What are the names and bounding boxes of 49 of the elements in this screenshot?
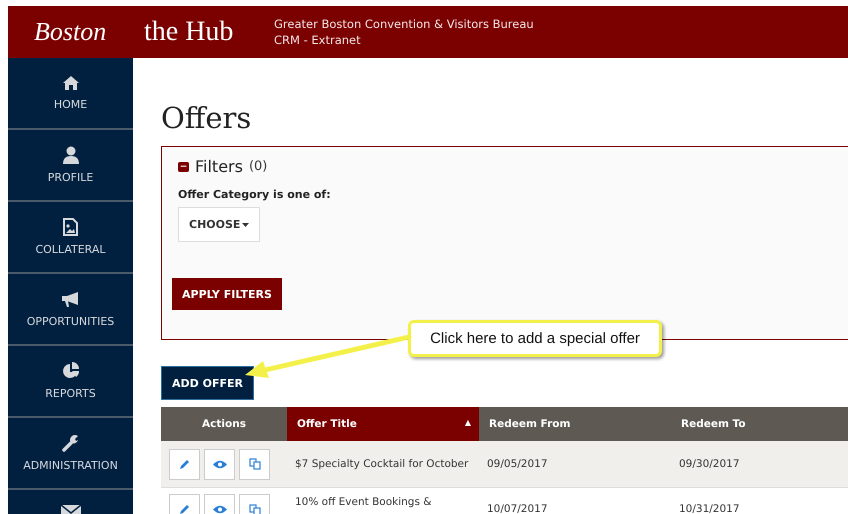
copy-icon <box>248 458 260 470</box>
table-cell: 10% off Event Bookings & <box>287 488 479 514</box>
column-header[interactable]: Redeem To <box>671 407 848 441</box>
nav-label: ADMINISTRATION <box>23 459 118 472</box>
app-subtitle: CRM - Extranet <box>274 32 362 48</box>
pie-chart-icon <box>62 362 80 380</box>
nav-label: REPORTS <box>45 387 96 400</box>
filter-label: Offer Category is one of: <box>178 188 331 201</box>
column-header[interactable]: Actions <box>161 407 287 441</box>
megaphone-icon <box>60 290 80 308</box>
copy-icon <box>248 504 260 514</box>
eye-icon <box>212 460 226 468</box>
wrench-icon <box>62 434 80 452</box>
caret-icon <box>242 222 250 226</box>
sidebar-item[interactable]: OPPORTUNITIES <box>8 274 133 346</box>
copy-button[interactable] <box>239 448 270 480</box>
boston-logo[interactable]: Boston <box>34 17 144 47</box>
table-cell: 10/31/2017 <box>671 488 848 514</box>
column-header[interactable]: Redeem From <box>479 407 671 441</box>
apply-filters-button[interactable]: APPLY FILTERS <box>172 278 282 310</box>
sidebar-item[interactable]: HOME <box>8 58 133 130</box>
callout: Click here to add a special offer <box>408 320 662 357</box>
sort-indicator: ▲ <box>464 418 471 427</box>
view-button[interactable] <box>204 448 235 480</box>
hub-logo[interactable]: the Hub <box>144 16 274 48</box>
sidebar-item[interactable]: PROFILE <box>8 130 133 202</box>
sidebar-item[interactable]: COLLATERAL <box>8 202 133 274</box>
filters-count: (0) <box>248 159 268 174</box>
table-cell: 10/07/2017 <box>479 488 671 514</box>
person-icon <box>62 146 78 164</box>
filters-title: Filters <box>195 157 243 176</box>
image-file-icon <box>63 218 78 236</box>
eye-icon <box>212 505 226 514</box>
edit-button[interactable] <box>169 448 200 480</box>
nav-label: OPPORTUNITIES <box>26 314 114 328</box>
pencil-icon <box>179 504 190 514</box>
org-name: Greater Boston Convention & Visitors Bureau <box>274 16 534 32</box>
page-title: Offers <box>161 100 252 136</box>
sidebar-item[interactable]: ADMINISTRATION <box>8 418 133 490</box>
column-header[interactable]: Offer Title ▲ <box>287 407 479 441</box>
nav-label: PROFILE <box>48 171 94 184</box>
nav-label: HOME <box>54 98 88 111</box>
nav-label: COLLATERAL <box>35 243 106 256</box>
pencil-icon <box>179 458 190 470</box>
home-icon <box>62 75 80 91</box>
choose-dropdown[interactable]: CHOOSE <box>178 207 260 242</box>
add-offer-button[interactable]: ADD OFFER <box>161 366 254 400</box>
sidebar-item[interactable]: REPORTS <box>8 346 133 418</box>
collapse-toggle[interactable]: − <box>178 162 189 172</box>
